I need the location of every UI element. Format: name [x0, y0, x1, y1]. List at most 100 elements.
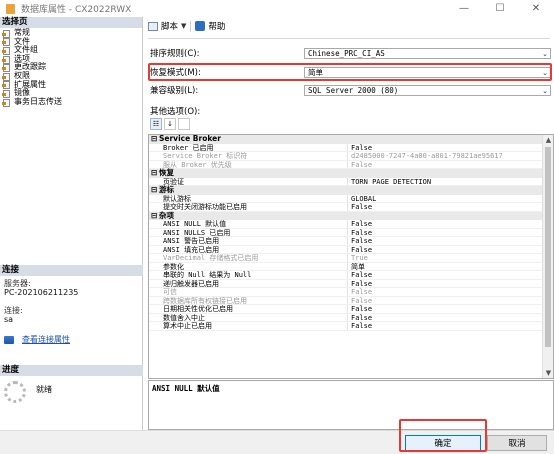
- other-options-label: 其他选项(O):: [150, 107, 201, 117]
- property-value[interactable]: False: [348, 322, 372, 329]
- grid-row[interactable]: 可信 False: [149, 288, 543, 297]
- property-value[interactable]: False: [348, 203, 372, 210]
- property-name: 跨数据库所有权链接已启用: [149, 296, 348, 304]
- collapse-icon[interactable]: ⊟: [151, 185, 159, 195]
- property-name: 页验证: [149, 177, 348, 185]
- page-icon: [2, 46, 10, 55]
- grid-row[interactable]: Service Broker 标识符 d2485000-7247-4a00-a80…: [149, 152, 543, 161]
- page-item-label: 事务日志传送: [14, 96, 62, 106]
- property-value[interactable]: False: [348, 220, 372, 227]
- property-pages-icon[interactable]: [178, 118, 190, 130]
- grid-row[interactable]: 提交时关闭游标功能已启用 False: [149, 203, 543, 212]
- property-grid[interactable]: ⊟ Service Broker Broker 已启用 False Service Br…: [148, 134, 554, 379]
- grid-row[interactable]: 默认游标 GLOBAL: [149, 194, 543, 203]
- grid-category[interactable]: ⊟ Service Broker: [149, 135, 543, 144]
- grid-category-label: 杂项: [159, 210, 174, 220]
- grid-row[interactable]: ANSI 警告已启用 False: [149, 237, 543, 246]
- grid-row[interactable]: 算术中止已启用 False: [149, 322, 543, 331]
- property-value[interactable]: False: [348, 288, 372, 295]
- close-button[interactable]: ✕: [518, 0, 554, 17]
- left-pane: 选择页 常规 文件 文件组 选项 更改跟踪 权限 扩展属性 镜像 事务日志传送 …: [0, 17, 143, 430]
- property-value[interactable]: False: [348, 161, 372, 168]
- property-value[interactable]: False: [348, 237, 372, 244]
- scroll-thumb[interactable]: [545, 147, 551, 347]
- grid-row[interactable]: 页验证 TORN_PAGE_DETECTION: [149, 177, 543, 186]
- property-name: 数值舍入中止: [149, 313, 348, 321]
- collation-select[interactable]: Chinese_PRC_CI_AS ⌄: [304, 47, 551, 59]
- scroll-up-icon[interactable]: ▲: [543, 135, 553, 145]
- toolbar-separator: [190, 20, 192, 32]
- property-value[interactable]: GLOBAL: [348, 195, 376, 202]
- progress-status: 就绪: [36, 385, 52, 394]
- grid-row[interactable]: 递归触发器已启用 False: [149, 279, 543, 288]
- grid-row[interactable]: 参数化 简单: [149, 262, 543, 271]
- grid-row[interactable]: 服从 Broker 优先级 False: [149, 160, 543, 169]
- property-value[interactable]: False: [348, 305, 372, 312]
- collapse-icon[interactable]: ⊟: [151, 211, 159, 221]
- script-button[interactable]: 脚本: [161, 20, 178, 32]
- chevron-down-icon: ⌄: [542, 68, 548, 77]
- property-name: ANSI NULLS 已启用: [149, 228, 348, 236]
- property-name: VarDecimal 存储格式已启用: [149, 254, 348, 262]
- grid-row[interactable]: 数值舍入中止 False: [149, 313, 543, 322]
- page-icon: [2, 38, 10, 47]
- grid-scrollbar[interactable]: ▲ ▼: [542, 135, 553, 378]
- property-description: ANSI NULL 默认值: [148, 380, 554, 430]
- property-name: ANSI 填充已启用: [149, 245, 348, 253]
- property-name: 可信: [149, 288, 348, 296]
- property-value[interactable]: False: [348, 246, 372, 253]
- window-title: 数据库属性 - CX2022RWX: [21, 5, 132, 15]
- property-value[interactable]: TORN_PAGE_DETECTION: [348, 178, 431, 185]
- property-value[interactable]: False: [348, 280, 372, 287]
- grid-row[interactable]: ANSI NULLS 已启用 False: [149, 228, 543, 237]
- property-value[interactable]: True: [348, 254, 368, 261]
- connection-value: sa: [4, 315, 14, 324]
- collapse-icon[interactable]: ⊟: [151, 168, 159, 178]
- property-name: 递归触发器已启用: [149, 279, 348, 287]
- cancel-button[interactable]: 取消: [487, 435, 547, 451]
- grid-row[interactable]: VarDecimal 存储格式已启用 True: [149, 254, 543, 263]
- minimize-button[interactable]: —: [446, 0, 482, 17]
- compatibility-level-select[interactable]: SQL Server 2000 (80) ⌄: [304, 84, 551, 96]
- property-value[interactable]: False: [348, 144, 372, 151]
- progress-header: 进度: [0, 365, 143, 376]
- ok-button[interactable]: 确定: [405, 435, 481, 451]
- alphabetical-sort-icon[interactable]: ↓: [164, 118, 176, 130]
- property-value[interactable]: False: [348, 229, 372, 236]
- connection-info: 服务器: PC-202106211235 连接: sa: [4, 279, 78, 324]
- recovery-model-label: 恢复模式(M):: [150, 68, 201, 78]
- app-icon: [6, 3, 15, 14]
- grid-row[interactable]: ANSI 填充已启用 False: [149, 245, 543, 254]
- grid-category[interactable]: ⊟ 恢复: [149, 168, 543, 178]
- scroll-down-icon[interactable]: ▼: [543, 368, 553, 378]
- help-button[interactable]: 帮助: [208, 20, 225, 32]
- grid-category[interactable]: ⊟ 游标: [149, 185, 543, 195]
- property-name: 服从 Broker 优先级: [149, 160, 348, 168]
- property-value[interactable]: False: [348, 297, 372, 304]
- grid-row[interactable]: 跨数据库所有权链接已启用 False: [149, 296, 543, 305]
- maximize-button[interactable]: ☐: [482, 0, 518, 17]
- grid-row[interactable]: 日期相关性优化已启用 False: [149, 305, 543, 314]
- property-value[interactable]: False: [348, 271, 372, 278]
- title-bar: 数据库属性 - CX2022RWX — ☐ ✕: [0, 0, 554, 17]
- progress-info: 就绪: [4, 381, 52, 403]
- property-name: 串联的 Null 结果为 Null: [149, 271, 348, 279]
- button-bar: 确定 取消: [0, 430, 554, 454]
- chevron-down-icon: ⌄: [542, 49, 548, 58]
- collapse-icon[interactable]: ⊟: [151, 135, 159, 144]
- help-icon: [195, 21, 206, 31]
- property-value[interactable]: 简单: [348, 263, 365, 270]
- grid-row[interactable]: Broker 已启用 False: [149, 143, 543, 152]
- grid-row[interactable]: 串联的 Null 结果为 Null False: [149, 271, 543, 280]
- page-icon: [2, 89, 10, 98]
- property-value[interactable]: False: [348, 314, 372, 321]
- page-item-log-shipping[interactable]: 事务日志传送: [0, 96, 142, 107]
- grid-category[interactable]: ⊟ 杂项: [149, 210, 543, 221]
- grid-row[interactable]: ANSI NULL 默认值 False: [149, 220, 543, 229]
- view-connection-properties-link[interactable]: 查看连接属性: [4, 334, 70, 345]
- categorized-sort-icon[interactable]: ☷: [150, 118, 162, 130]
- chevron-down-icon[interactable]: ▼: [181, 22, 186, 30]
- connection-label: 连接:: [4, 306, 23, 315]
- recovery-model-select[interactable]: 简单 ⌄: [304, 66, 551, 78]
- property-value[interactable]: d2485000-7247-4a00-a801-79821ae95617: [348, 152, 503, 159]
